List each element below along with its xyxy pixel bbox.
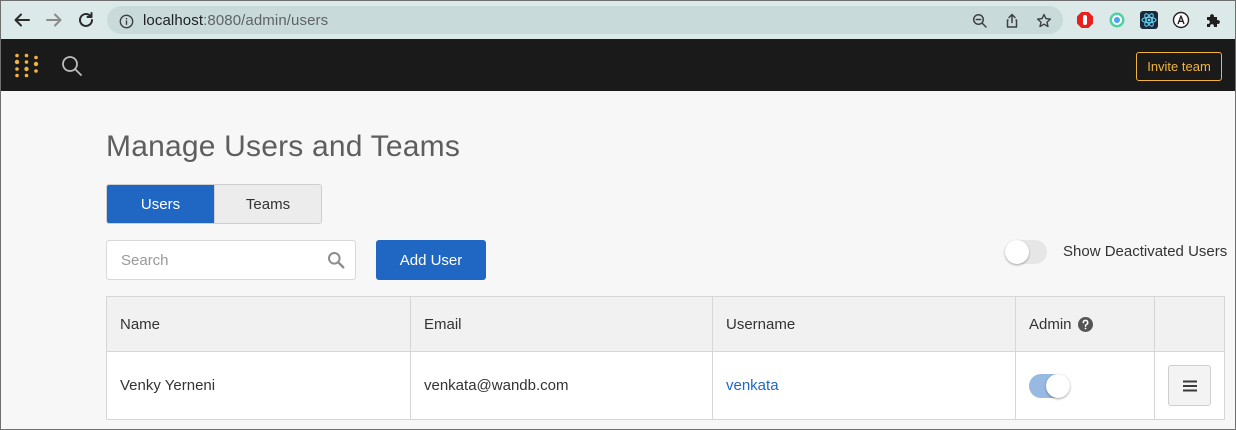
- forward-icon[interactable]: [41, 7, 67, 33]
- reload-icon[interactable]: [73, 7, 99, 33]
- browser-window: localhost:8080/admin/users Invite team M…: [1, 1, 1235, 429]
- back-icon[interactable]: [9, 7, 35, 33]
- url-text: localhost:8080/admin/users: [143, 12, 329, 29]
- users-table: Name Email Username Admin Venky Yerneni …: [106, 296, 1225, 420]
- show-deactivated-toggle[interactable]: [1005, 240, 1047, 264]
- column-header-actions: [1155, 297, 1224, 351]
- user-name-cell: Venky Yerneni: [107, 352, 411, 419]
- column-header-username[interactable]: Username: [713, 297, 1016, 351]
- extensions-puzzle-icon[interactable]: [1204, 11, 1222, 29]
- add-user-button[interactable]: Add User: [376, 240, 486, 280]
- tab-users[interactable]: Users: [107, 185, 214, 223]
- react-dev-tools-extension-icon[interactable]: [1108, 11, 1126, 29]
- invite-team-button[interactable]: Invite team: [1136, 52, 1222, 81]
- wandb-logo-icon[interactable]: [13, 52, 41, 80]
- user-email-cell: venkata@wandb.com: [411, 352, 713, 419]
- app-header: Invite team: [1, 39, 1235, 91]
- column-header-admin: Admin: [1016, 297, 1155, 351]
- toggle-knob: [1046, 373, 1070, 398]
- zoom-out-icon[interactable]: [971, 12, 989, 30]
- table-row: Venky Yerneni venkata@wandb.com venkata: [107, 352, 1224, 419]
- tab-teams[interactable]: Teams: [214, 185, 321, 223]
- info-icon[interactable]: [117, 12, 135, 30]
- search-icon: [327, 251, 345, 269]
- header-search-icon[interactable]: [61, 55, 83, 77]
- help-icon[interactable]: [1077, 316, 1093, 332]
- share-icon[interactable]: [1003, 12, 1021, 30]
- accessibility-extension-icon[interactable]: [1172, 11, 1190, 29]
- column-header-email[interactable]: Email: [411, 297, 713, 351]
- row-menu-button[interactable]: [1168, 365, 1211, 406]
- search-input[interactable]: [107, 241, 317, 279]
- react-extension-icon[interactable]: [1140, 11, 1158, 29]
- admin-toggle[interactable]: [1029, 373, 1070, 398]
- user-actions-cell: [1155, 352, 1224, 419]
- table-header: Name Email Username Admin: [107, 297, 1224, 352]
- user-admin-cell: [1016, 352, 1155, 419]
- search-box: [106, 240, 356, 280]
- bookmark-star-icon[interactable]: [1035, 12, 1053, 30]
- hamburger-menu-icon: [1182, 380, 1197, 391]
- address-bar[interactable]: localhost:8080/admin/users: [107, 6, 1063, 34]
- page-title: Manage Users and Teams: [106, 130, 461, 163]
- show-deactivated-label: Show Deactivated Users: [1063, 243, 1228, 260]
- admin-header-label: Admin: [1029, 315, 1072, 333]
- tab-bar: Users Teams: [106, 184, 322, 224]
- user-username-cell: venkata: [713, 352, 1016, 419]
- username-link[interactable]: venkata: [726, 377, 779, 394]
- browser-toolbar: localhost:8080/admin/users: [1, 1, 1235, 39]
- column-header-name[interactable]: Name: [107, 297, 411, 351]
- adblock-extension-icon[interactable]: [1076, 11, 1094, 29]
- toggle-knob: [1005, 240, 1029, 264]
